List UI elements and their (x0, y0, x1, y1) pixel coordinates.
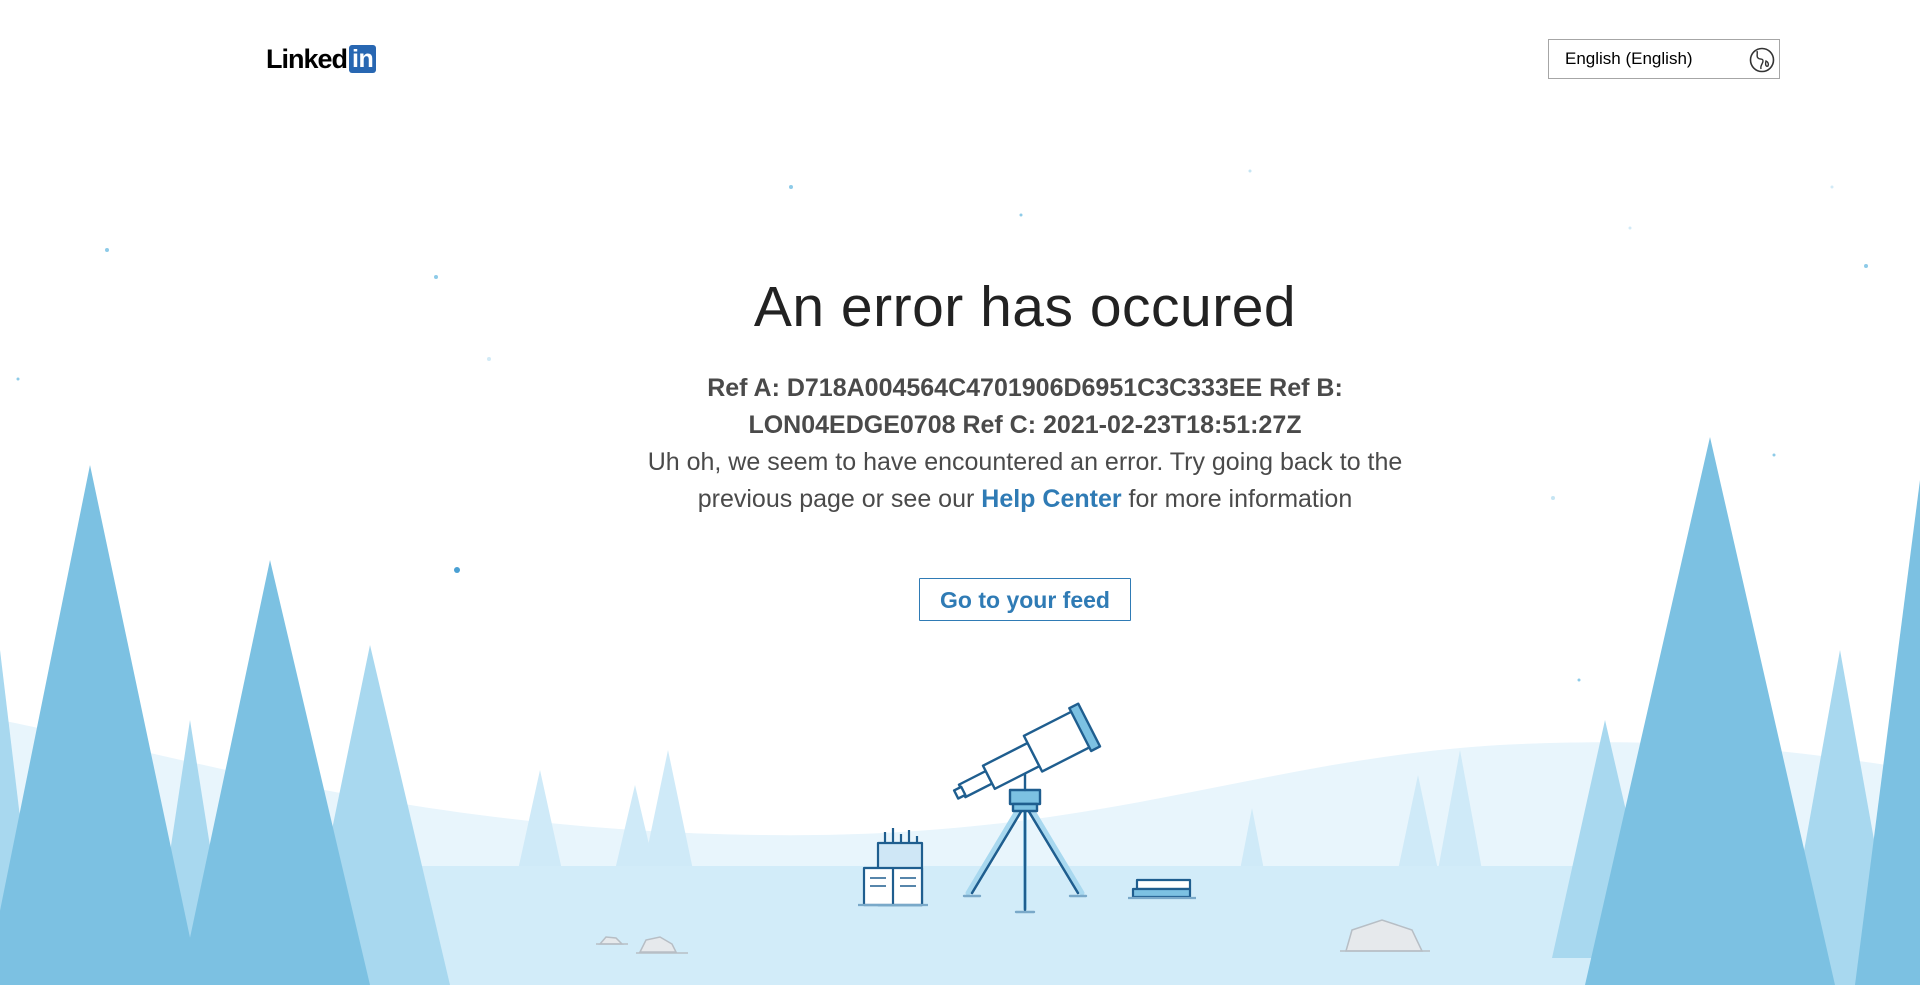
help-center-link[interactable]: Help Center (981, 485, 1121, 513)
error-content: An error has occured Ref A: D718A004564C… (560, 262, 1490, 621)
linkedin-logo[interactable]: Linked in (266, 43, 377, 74)
page-title: An error has occured (753, 275, 1297, 339)
globe-icon (1749, 47, 1775, 73)
error-reference-ids: Ref A: D718A004564C4701906D6951C3C333EE … (707, 374, 1343, 439)
language-select-value: English (English) (1565, 49, 1693, 68)
go-to-feed-button[interactable]: Go to your feed (919, 578, 1131, 621)
book-stack (1128, 878, 1196, 900)
logo-in-box: in (349, 45, 377, 73)
left-pine-trees (0, 465, 450, 985)
right-pine-trees (1552, 437, 1920, 985)
language-select[interactable]: English (English) (1548, 39, 1780, 79)
error-page: Linked in English (English) An error has… (0, 0, 1920, 985)
error-message-suffix: for more information (1128, 485, 1353, 513)
error-message: Uh oh, we seem to have encountered an er… (645, 444, 1405, 518)
logo-wordmark: Linked (266, 43, 348, 74)
